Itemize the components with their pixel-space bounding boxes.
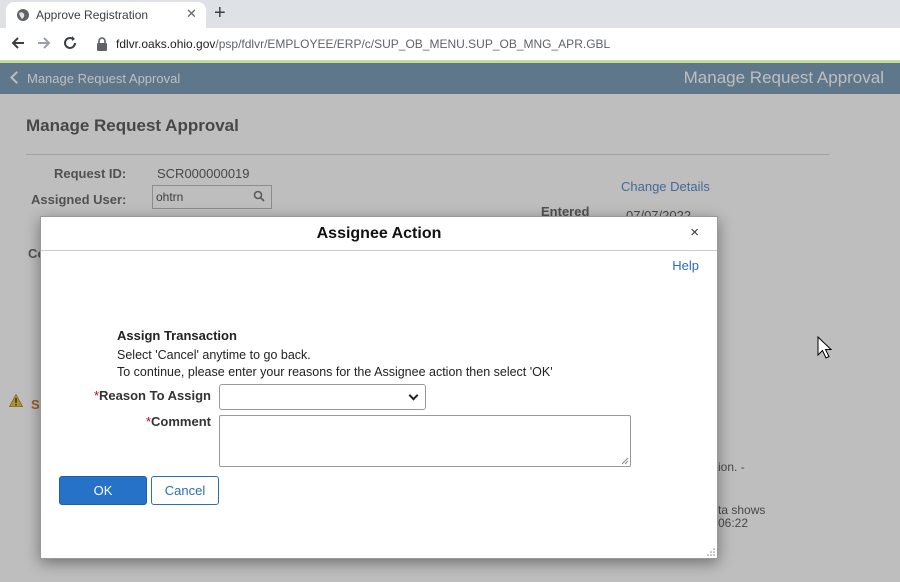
back-arrow-icon[interactable] bbox=[8, 33, 28, 53]
browser-toolbar: fdlvr.oaks.ohio.gov/psp/fdlvr/EMPLOYEE/E… bbox=[0, 28, 900, 60]
instruction-line-2: To continue, please enter your reasons f… bbox=[117, 365, 553, 379]
mouse-cursor-icon bbox=[817, 336, 833, 359]
ok-button[interactable]: OK bbox=[59, 476, 147, 505]
url-host: fdlvr.oaks.ohio.gov bbox=[116, 37, 216, 51]
chevron-down-icon bbox=[408, 390, 419, 401]
reason-select[interactable] bbox=[219, 384, 426, 410]
dialog-resize-grip-icon[interactable] bbox=[707, 548, 715, 556]
dialog-divider bbox=[41, 250, 717, 251]
reason-label: *Reason To Assign bbox=[81, 388, 211, 403]
section-heading: Assign Transaction bbox=[117, 328, 237, 343]
globe-icon bbox=[17, 9, 29, 21]
comment-label: *Comment bbox=[81, 414, 211, 429]
dialog-title: Assignee Action bbox=[316, 225, 442, 242]
browser-tab-title: Approve Registration bbox=[36, 8, 149, 22]
close-icon[interactable]: × bbox=[690, 224, 699, 241]
cancel-button[interactable]: Cancel bbox=[151, 476, 219, 505]
comment-textarea[interactable] bbox=[219, 415, 631, 467]
browser-tab-strip: Approve Registration ✕ + bbox=[0, 0, 900, 28]
reason-label-text: Reason To Assign bbox=[99, 388, 211, 403]
address-bar[interactable]: fdlvr.oaks.ohio.gov/psp/fdlvr/EMPLOYEE/E… bbox=[88, 31, 896, 57]
tab-close-icon[interactable]: ✕ bbox=[186, 6, 197, 22]
browser-tab[interactable]: Approve Registration ✕ bbox=[6, 2, 206, 28]
reload-icon[interactable] bbox=[60, 33, 80, 53]
lock-icon bbox=[97, 37, 107, 51]
url-path: /psp/fdlvr/EMPLOYEE/ERP/c/SUP_OB_MENU.SU… bbox=[215, 37, 611, 51]
assignee-action-dialog: Assignee Action × Help Assign Transactio… bbox=[40, 216, 718, 559]
url-text: fdlvr.oaks.ohio.gov/psp/fdlvr/EMPLOYEE/E… bbox=[116, 37, 610, 51]
forward-arrow-icon[interactable] bbox=[34, 33, 54, 53]
comment-label-text: Comment bbox=[151, 414, 211, 429]
new-tab-button[interactable]: + bbox=[214, 2, 226, 25]
help-link[interactable]: Help bbox=[672, 258, 699, 273]
instruction-line-1: Select 'Cancel' anytime to go back. bbox=[117, 348, 311, 362]
resize-grip-icon[interactable] bbox=[621, 457, 629, 465]
